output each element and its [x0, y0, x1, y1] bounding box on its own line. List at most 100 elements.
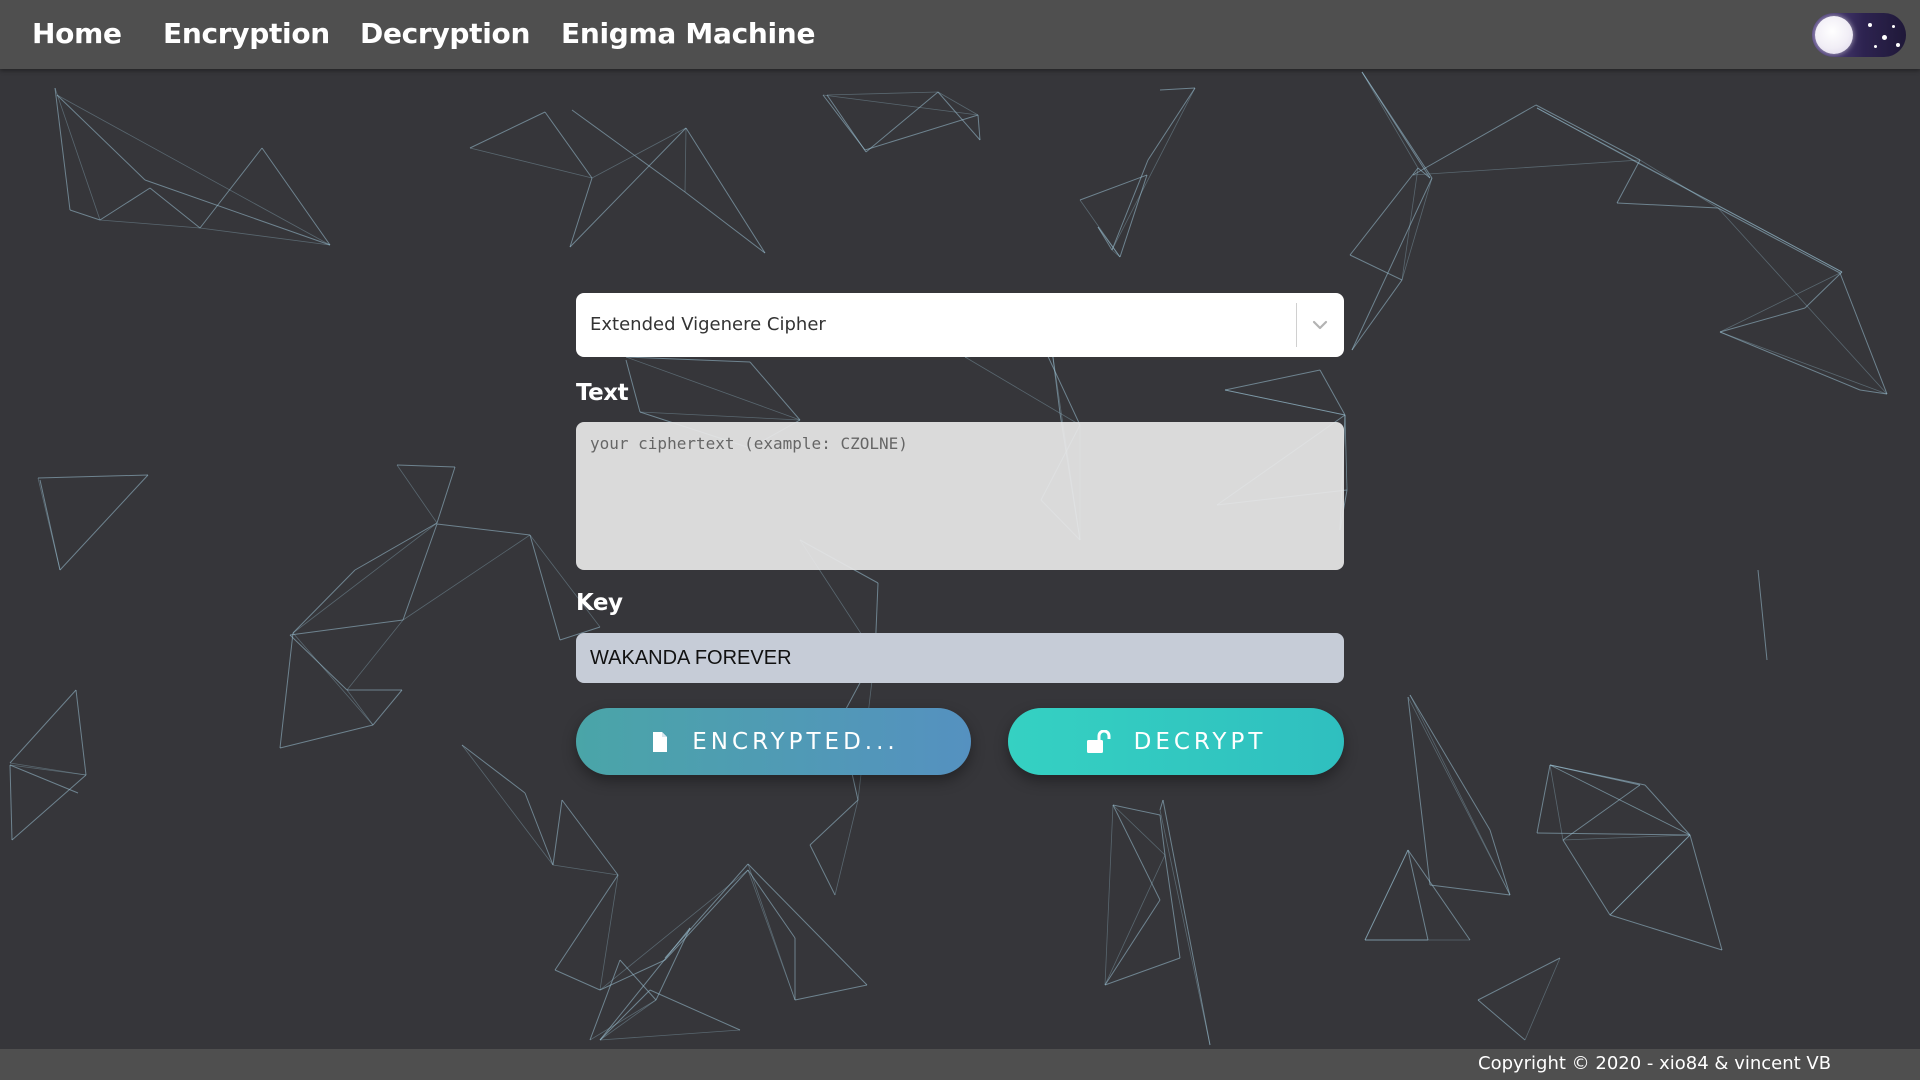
network-line [292, 569, 356, 634]
network-line [1616, 202, 1719, 209]
cipher-type-select[interactable]: Extended Vigenere Cipher [576, 293, 1344, 357]
network-line [37, 477, 61, 571]
network-line [589, 999, 657, 1041]
network-line [436, 523, 531, 536]
network-line [37, 474, 149, 479]
network-line [436, 466, 456, 524]
network-line [937, 91, 979, 116]
network-line [569, 127, 687, 248]
network-line [589, 959, 621, 1041]
star-decoration [1882, 35, 1887, 40]
network-line [1112, 804, 1161, 901]
network-line [1364, 849, 1409, 941]
network-line [591, 127, 687, 179]
network-line [1162, 799, 1211, 1046]
network-line [1104, 804, 1114, 986]
network-line [1536, 764, 1551, 834]
network-line [1549, 764, 1641, 786]
cipher-select-value: Extended Vigenere Cipher [590, 314, 826, 335]
app-root: Home Encryption Decryption Enigma Machin… [0, 0, 1920, 1080]
network-line [864, 114, 979, 151]
network-line [1644, 784, 1691, 836]
network-line [1351, 177, 1433, 351]
network-line [639, 411, 801, 421]
nav-enigma-machine-link[interactable]: Enigma Machine [561, 14, 815, 54]
key-input[interactable] [576, 633, 1344, 683]
network-line [1409, 694, 1491, 831]
chevron-down-icon[interactable] [1310, 315, 1330, 335]
network-line [1111, 159, 1149, 251]
network-line [619, 959, 657, 1001]
network-line [1407, 849, 1471, 941]
network-line [461, 744, 554, 866]
decrypt-button[interactable]: DECRYPT [1008, 708, 1344, 775]
network-line [1536, 832, 1691, 836]
network-line [1147, 87, 1196, 161]
network-line [809, 799, 859, 846]
network-line [747, 863, 868, 986]
network-line [1429, 884, 1511, 896]
network-line [571, 109, 686, 193]
network-line [685, 127, 766, 254]
network-line [552, 864, 619, 876]
network-line [469, 111, 546, 149]
network-line [1361, 71, 1433, 179]
nav-home-link[interactable]: Home [32, 14, 122, 54]
network-line [1562, 839, 1611, 916]
network-line [11, 774, 87, 841]
network-line [1351, 279, 1403, 351]
footer-bar: Copyright © 2020 - xio84 & vincent VB [0, 1049, 1920, 1080]
network-line [1757, 569, 1768, 661]
nav-decryption-link[interactable]: Decryption [360, 14, 530, 54]
network-line [261, 147, 331, 246]
network-line [1477, 999, 1526, 1041]
text-label: Text [576, 380, 629, 406]
network-line [524, 792, 554, 866]
network-line [1119, 174, 1148, 258]
network-line [747, 863, 796, 1001]
network-line [599, 959, 666, 991]
network-line [599, 1029, 741, 1041]
network-line [292, 522, 438, 634]
star-decoration [1874, 45, 1877, 48]
network-line [1524, 957, 1561, 1041]
network-line [625, 356, 751, 363]
text-input[interactable] [576, 422, 1344, 570]
star-decoration [1892, 25, 1895, 28]
network-line [1549, 764, 1691, 836]
network-line [99, 219, 201, 229]
theme-toggle-switch[interactable] [1812, 13, 1906, 57]
key-label: Key [576, 590, 623, 616]
network-line [826, 91, 939, 96]
network-line [625, 359, 641, 413]
network-line [529, 534, 561, 641]
network-line [144, 179, 331, 246]
network-line [1804, 271, 1843, 309]
network-line [1104, 854, 1166, 986]
network-line [1112, 804, 1161, 816]
nav-encryption-link[interactable]: Encryption [163, 14, 330, 54]
network-line [1407, 696, 1511, 896]
network-line [54, 87, 101, 221]
network-line [1549, 764, 1564, 841]
network-line [346, 689, 374, 726]
star-decoration [1896, 43, 1900, 47]
network-line [292, 632, 374, 726]
network-line [1859, 389, 1888, 395]
network-line [56, 94, 146, 181]
network-line [1717, 207, 1841, 274]
network-line [1224, 369, 1321, 391]
network-line [1361, 71, 1419, 169]
network-line [1407, 696, 1431, 886]
network-line [1719, 331, 1888, 395]
network-line [1412, 104, 1537, 176]
network-line [552, 799, 563, 866]
network-line [346, 619, 404, 691]
network-line [1401, 177, 1433, 281]
network-line [1159, 799, 1164, 811]
network-line [199, 227, 331, 246]
encrypt-button[interactable]: ENCRYPTED... [576, 708, 971, 775]
network-line [1159, 87, 1196, 91]
network-line [1097, 226, 1113, 251]
network-line [199, 147, 263, 229]
